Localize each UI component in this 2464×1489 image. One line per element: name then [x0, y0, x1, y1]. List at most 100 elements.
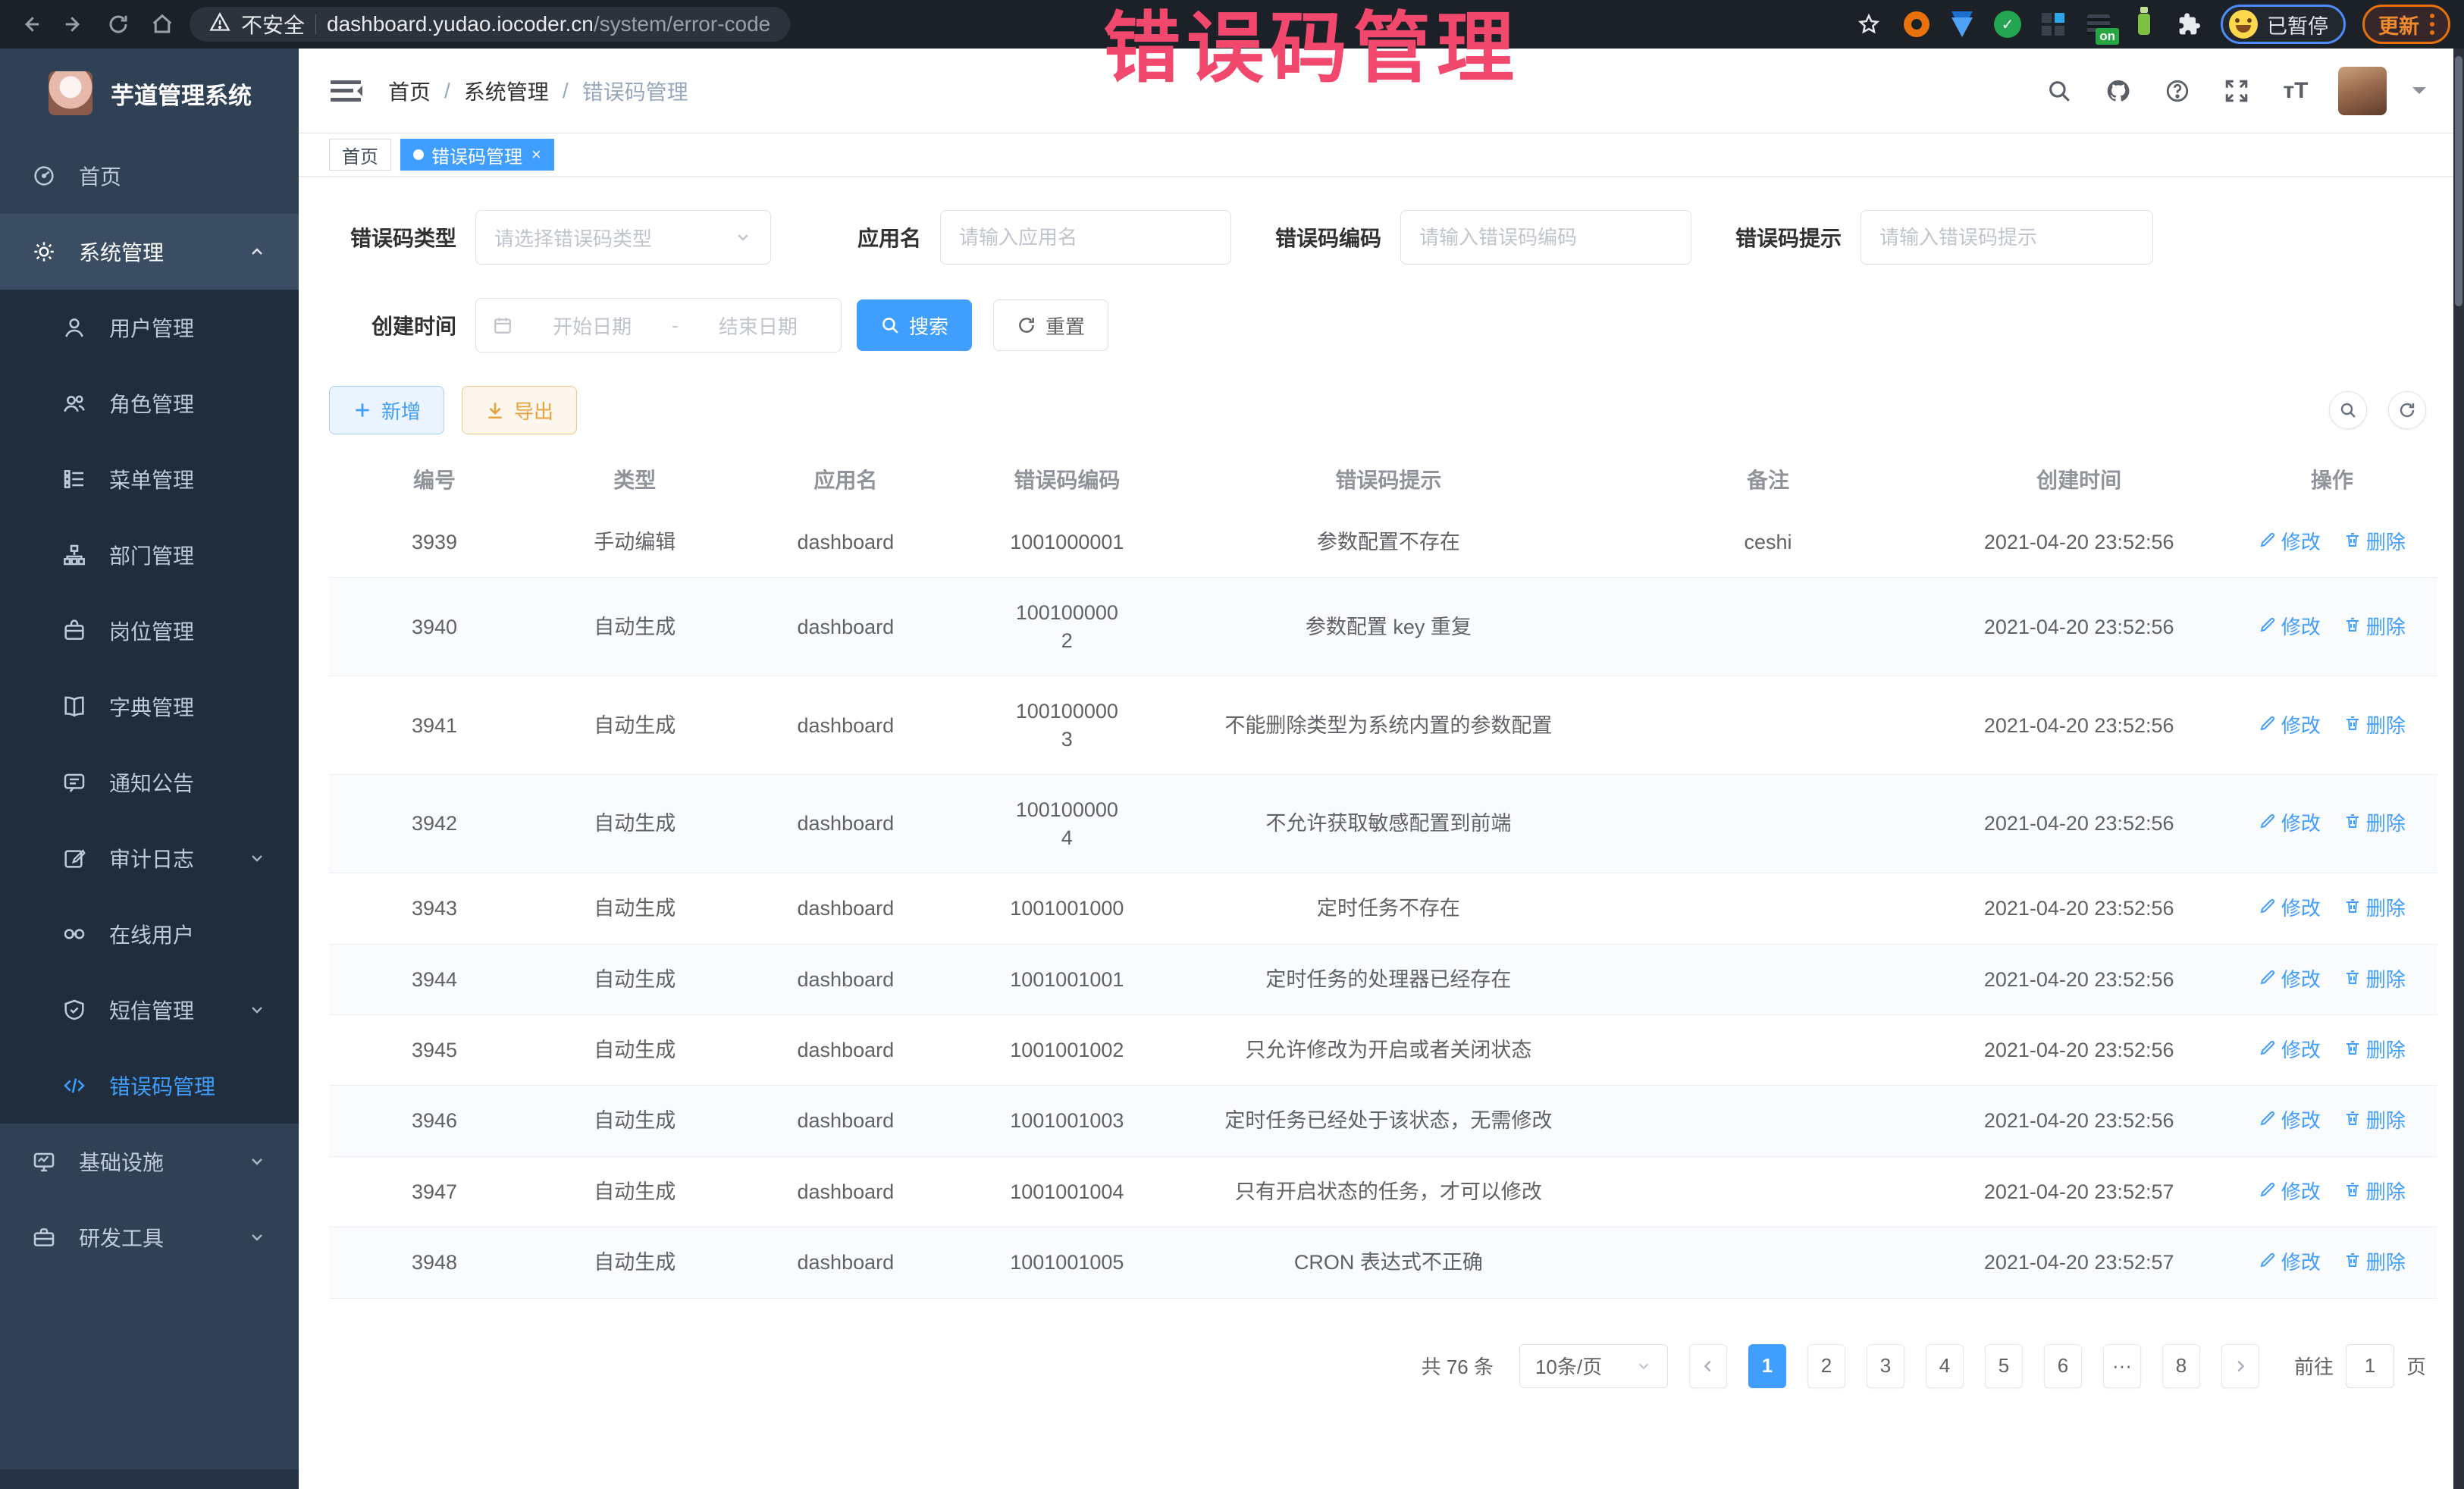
tag-home[interactable]: 首页 — [329, 139, 391, 171]
edit-link[interactable]: 修改 — [2259, 1179, 2321, 1205]
delete-link[interactable]: 删除 — [2343, 1037, 2406, 1064]
sidebar-item-0[interactable]: 首页 — [0, 138, 299, 214]
sidebar-item-5[interactable]: 部门管理 — [0, 517, 299, 593]
sidebar-collapse-icon[interactable] — [329, 76, 362, 106]
page-button-1[interactable]: 1 — [1748, 1344, 1786, 1388]
help-icon[interactable] — [2161, 74, 2194, 108]
extension-gem-icon[interactable] — [1948, 10, 1977, 39]
fullscreen-icon[interactable] — [2220, 74, 2253, 108]
browser-profile-chip[interactable]: 已暂停 — [2221, 5, 2346, 44]
app-logo[interactable]: 芋道管理系统 — [0, 49, 299, 138]
table-row[interactable]: 3941自动生成dashboard1001000003不能删除类型为系统内置的参… — [329, 676, 2437, 775]
error-hint-input[interactable] — [1861, 210, 2153, 265]
table-row[interactable]: 3946自动生成dashboard1001001003定时任务已经处于该状态，无… — [329, 1086, 2437, 1156]
table-row[interactable]: 3939手动编辑dashboard1001000001参数配置不存在ceshi2… — [329, 507, 2437, 578]
edit-link[interactable]: 修改 — [2259, 529, 2321, 556]
sidebar-item-8[interactable]: 通知公告 — [0, 744, 299, 820]
delete-link[interactable]: 删除 — [2343, 1249, 2406, 1276]
page-button-8[interactable]: 8 — [2162, 1344, 2200, 1388]
forward-icon[interactable] — [58, 8, 91, 41]
table-row[interactable]: 3943自动生成dashboard1001001000定时任务不存在2021-0… — [329, 873, 2437, 944]
goto-page-input[interactable] — [2346, 1344, 2394, 1388]
sidebar-item-12[interactable]: 错误码管理 — [0, 1048, 299, 1124]
refresh-table-button[interactable] — [2388, 391, 2426, 429]
home-icon[interactable] — [146, 8, 179, 41]
export-button[interactable]: 导出 — [462, 386, 577, 434]
toggle-search-button[interactable] — [2329, 391, 2367, 429]
sidebar-item-9[interactable]: 审计日志 — [0, 820, 299, 896]
extension-green-check-icon[interactable]: ✓ — [1993, 10, 2022, 39]
sidebar-item-7[interactable]: 字典管理 — [0, 669, 299, 744]
delete-link[interactable]: 删除 — [2343, 713, 2406, 739]
edit-link[interactable]: 修改 — [2259, 614, 2321, 641]
sidebar-item-4[interactable]: 菜单管理 — [0, 441, 299, 517]
edit-link[interactable]: 修改 — [2259, 1037, 2321, 1064]
breadcrumb-home[interactable]: 首页 — [388, 76, 431, 106]
breadcrumb-system[interactable]: 系统管理 — [464, 76, 549, 106]
delete-link[interactable]: 删除 — [2343, 529, 2406, 556]
browser-scrollbar[interactable] — [2453, 49, 2464, 1489]
page-size-select[interactable]: 10条/页 — [1519, 1344, 1668, 1388]
edit-link[interactable]: 修改 — [2259, 1108, 2321, 1134]
sidebar-item-14[interactable]: 研发工具 — [0, 1199, 299, 1275]
table-row[interactable]: 3945自动生成dashboard1001001002只允许修改为开启或者关闭状… — [329, 1015, 2437, 1086]
extension-orange-icon[interactable] — [1902, 10, 1931, 39]
security-label[interactable]: 不安全 — [241, 9, 305, 39]
user-menu-caret-icon[interactable] — [2412, 87, 2426, 101]
edit-link[interactable]: 修改 — [2259, 967, 2321, 993]
page-button-6[interactable]: 6 — [2044, 1344, 2082, 1388]
extension-grid-icon[interactable] — [2039, 10, 2067, 39]
page-button-4[interactable]: 4 — [1926, 1344, 1964, 1388]
edit-link[interactable]: 修改 — [2259, 713, 2321, 739]
date-range-picker[interactable]: 开始日期 - 结束日期 — [475, 298, 842, 353]
prev-page-button[interactable] — [1689, 1344, 1727, 1388]
table-row[interactable]: 3948自动生成dashboard1001001005CRON 表达式不正确20… — [329, 1227, 2437, 1298]
sidebar-item-10[interactable]: 在线用户 — [0, 896, 299, 972]
refresh-icon[interactable] — [102, 8, 135, 41]
sidebar-item-13[interactable]: 基础设施 — [0, 1124, 299, 1199]
scrollbar-thumb[interactable] — [2455, 56, 2462, 306]
back-icon[interactable] — [14, 8, 47, 41]
page-button-2[interactable]: 2 — [1807, 1344, 1845, 1388]
delete-link[interactable]: 删除 — [2343, 1179, 2406, 1205]
next-page-button[interactable] — [2221, 1344, 2259, 1388]
extension-list-icon[interactable]: on — [2084, 10, 2113, 39]
edit-link[interactable]: 修改 — [2259, 810, 2321, 837]
delete-link[interactable]: 删除 — [2343, 1108, 2406, 1134]
browser-update-button[interactable]: 更新 — [2362, 5, 2450, 44]
search-button[interactable]: 搜索 — [857, 299, 972, 351]
extensions-puzzle-icon[interactable] — [2175, 10, 2204, 39]
github-icon[interactable] — [2102, 74, 2135, 108]
table-row[interactable]: 3947自动生成dashboard1001001004只有开启状态的任务，才可以… — [329, 1157, 2437, 1227]
delete-link[interactable]: 删除 — [2343, 895, 2406, 922]
add-button[interactable]: 新增 — [329, 386, 444, 434]
user-avatar[interactable] — [2338, 67, 2387, 115]
page-button-5[interactable]: 5 — [1985, 1344, 2023, 1388]
delete-link[interactable]: 删除 — [2343, 967, 2406, 993]
sidebar-item-2[interactable]: 用户管理 — [0, 290, 299, 365]
table-row[interactable]: 3940自动生成dashboard1001000002参数配置 key 重复20… — [329, 578, 2437, 676]
error-type-select[interactable]: 请选择错误码类型 — [475, 210, 771, 265]
sidebar-item-1[interactable]: 系统管理 — [0, 214, 299, 290]
sidebar-item-6[interactable]: 岗位管理 — [0, 593, 299, 669]
font-size-icon[interactable]: ᴛT — [2279, 74, 2312, 108]
edit-link[interactable]: 修改 — [2259, 1249, 2321, 1276]
app-name-input[interactable] — [940, 210, 1231, 265]
page-button-3[interactable]: 3 — [1867, 1344, 1904, 1388]
table-row[interactable]: 3942自动生成dashboard1001000004不允许获取敏感配置到前端2… — [329, 775, 2437, 873]
delete-link[interactable]: 删除 — [2343, 810, 2406, 837]
delete-link[interactable]: 删除 — [2343, 614, 2406, 641]
table-row[interactable]: 3944自动生成dashboard1001001001定时任务的处理器已经存在2… — [329, 945, 2437, 1015]
tag-error-code[interactable]: 错误码管理 × — [400, 139, 554, 171]
browser-menu-dots-icon[interactable] — [2430, 14, 2434, 35]
error-code-input[interactable] — [1400, 210, 1691, 265]
edit-link[interactable]: 修改 — [2259, 895, 2321, 922]
reset-button[interactable]: 重置 — [993, 299, 1108, 351]
address-bar[interactable]: 不安全 dashboard.yudao.iocoder.cn/system/er… — [190, 7, 790, 42]
header-search-icon[interactable] — [2042, 74, 2076, 108]
sidebar-item-11[interactable]: 短信管理 — [0, 972, 299, 1048]
extension-spray-icon[interactable] — [2130, 10, 2158, 39]
bookmark-star-icon[interactable] — [1852, 8, 1886, 41]
sidebar-item-3[interactable]: 角色管理 — [0, 365, 299, 441]
page-ellipsis[interactable]: ··· — [2103, 1344, 2141, 1388]
